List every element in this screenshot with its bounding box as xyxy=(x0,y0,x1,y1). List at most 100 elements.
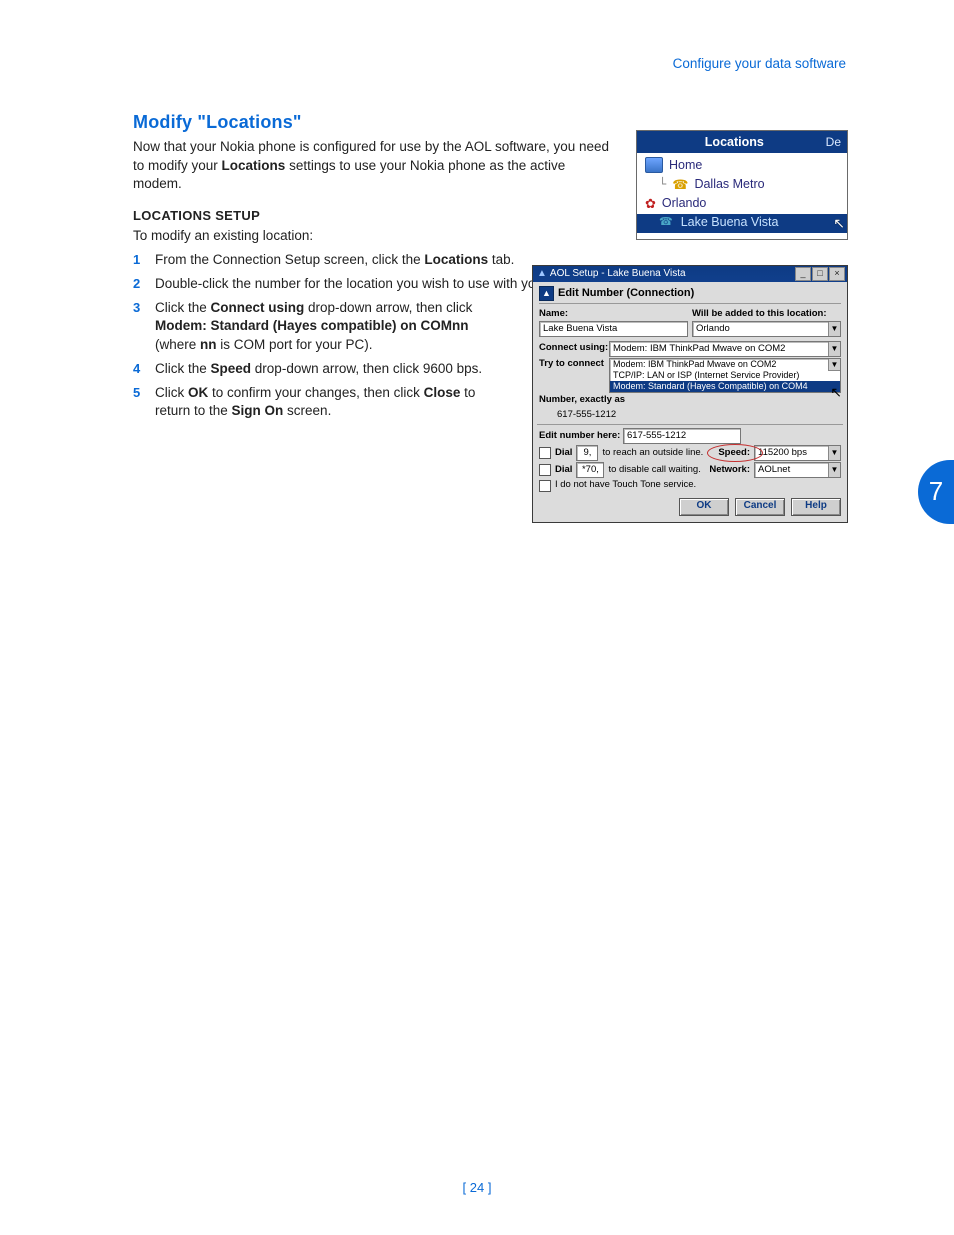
step3-g: is COM port for your PC). xyxy=(217,337,373,352)
touchtone-label: I do not have Touch Tone service. xyxy=(555,479,696,492)
step3-e: (where xyxy=(155,337,200,352)
location-label: Lake Buena Vista xyxy=(681,214,779,231)
dial1-checkbox[interactable] xyxy=(539,447,551,459)
dropdown-arrow-icon: ▼ xyxy=(828,446,840,460)
running-header: Configure your data software xyxy=(673,55,846,73)
dial1-prefix: Dial xyxy=(555,447,572,460)
options-block: Dial 9, to reach an outside line. Speed:… xyxy=(539,445,841,492)
dialog-heading-text: Edit Number (Connection) xyxy=(558,286,694,301)
dial2-row: Dial *70, to disable call waiting. Netwo… xyxy=(539,462,841,478)
step5-d: Close xyxy=(424,385,461,400)
number-label-row: Number, exactly as xyxy=(539,394,841,407)
try-option-0[interactable]: Modem: IBM ThinkPad Mwave on COM2 xyxy=(610,359,840,370)
dial1-value[interactable]: 9, xyxy=(576,445,598,461)
tree-branch-icon: └ xyxy=(659,176,666,192)
step1-c: tab. xyxy=(488,252,514,267)
minimize-button[interactable]: _ xyxy=(795,267,811,281)
name-field[interactable]: Lake Buena Vista xyxy=(539,321,688,337)
step5-f: Sign On xyxy=(232,403,284,418)
try-connect-list[interactable]: Modem: IBM ThinkPad Mwave on COM2 TCP/IP… xyxy=(609,358,841,393)
dial2-suffix: to disable call waiting. xyxy=(608,464,700,477)
step5-g: screen. xyxy=(283,403,331,418)
location-select[interactable]: Orlando ▼ xyxy=(692,321,841,337)
dial1-row: Dial 9, to reach an outside line. Speed:… xyxy=(539,445,841,461)
dial2-checkbox[interactable] xyxy=(539,464,551,476)
step5-a: Click xyxy=(155,385,188,400)
location-lake-buena-vista[interactable]: ☎ Lake Buena Vista ↖ xyxy=(637,214,847,233)
try-option-2[interactable]: Modem: Standard (Hayes Compatible) on CO… xyxy=(610,381,840,392)
location-select-value: Orlando xyxy=(696,323,730,334)
dial2-value[interactable]: *70, xyxy=(576,462,604,478)
network-value: AOLnet xyxy=(758,464,790,475)
step3-d: Modem: Standard (Hayes compatible) on CO… xyxy=(155,318,469,333)
step1-b: Locations xyxy=(424,252,488,267)
cursor-icon: ↖ xyxy=(833,214,845,233)
page-number: [ 24 ] xyxy=(0,1179,954,1197)
step4-b: Speed xyxy=(211,361,252,376)
monitor-icon xyxy=(645,157,663,173)
location-orlando[interactable]: ✿ Orlando xyxy=(645,195,841,214)
step3-c: drop-down arrow, then click xyxy=(304,300,472,315)
locations-title-clip: De xyxy=(826,134,841,150)
network-select[interactable]: AOLnet ▼ xyxy=(754,462,841,478)
step4-c: drop-down arrow, then click 9600 bps. xyxy=(251,361,482,376)
locations-titlebar: Locations De xyxy=(637,131,847,153)
touchtone-row: I do not have Touch Tone service. xyxy=(539,479,841,492)
step3-a: Click the xyxy=(155,300,211,315)
locations-title: Locations xyxy=(643,134,826,151)
locations-tree: Home └ ☎ Dallas Metro ✿ Orlando ☎ Lake B… xyxy=(637,153,847,239)
dialog-body: ▲ Edit Number (Connection) Name: Lake Bu… xyxy=(533,282,847,522)
step5-b: OK xyxy=(188,385,208,400)
step5-c: to confirm your changes, then click xyxy=(208,385,423,400)
maximize-button[interactable]: □ xyxy=(812,267,828,281)
ok-button[interactable]: OK xyxy=(679,498,729,516)
speed-select[interactable]: 115200 bps ▼ xyxy=(754,445,841,461)
try-option-1[interactable]: TCP/IP: LAN or ISP (Internet Service Pro… xyxy=(610,370,840,381)
added-label: Will be added to this location: xyxy=(692,308,841,321)
dial2-prefix: Dial xyxy=(555,464,572,477)
network-label: Network: xyxy=(709,464,750,477)
location-dallas[interactable]: └ ☎ Dallas Metro xyxy=(645,176,841,195)
dropdown-arrow-icon: ▼ xyxy=(828,322,840,336)
aol-logo-icon: ▲ xyxy=(539,286,554,301)
step-5: Click OK to confirm your changes, then c… xyxy=(133,384,510,420)
dial1-suffix: to reach an outside line. xyxy=(602,447,703,460)
edit-number-field[interactable]: 617-555-1212 xyxy=(623,428,741,444)
help-button[interactable]: Help xyxy=(791,498,841,516)
dialog-titlebar[interactable]: ▲ AOL Setup - Lake Buena Vista _ □ × xyxy=(533,266,847,282)
dropdown-arrow-icon: ▼ xyxy=(828,342,840,356)
connect-row: Connect using: Modem: IBM ThinkPad Mwave… xyxy=(539,341,841,357)
connect-label: Connect using: xyxy=(539,342,605,355)
dialog-title: AOL Setup - Lake Buena Vista xyxy=(550,267,794,281)
divider xyxy=(537,424,843,425)
dropdown-arrow-icon: ▼ xyxy=(828,463,840,477)
step3-b: Connect using xyxy=(211,300,305,315)
phone-icon: ☎ xyxy=(672,178,688,191)
number-label: Number, exactly as xyxy=(539,394,625,407)
chapter-tab: 7 xyxy=(918,460,954,524)
aol-setup-dialog: ▲ AOL Setup - Lake Buena Vista _ □ × ▲ E… xyxy=(532,265,848,523)
name-row: Name: Lake Buena Vista Will be added to … xyxy=(539,308,841,337)
location-home[interactable]: Home xyxy=(645,157,841,176)
connect-using-value: Modem: IBM ThinkPad Mwave on COM2 xyxy=(613,343,785,354)
dialog-buttons: OK Cancel Help xyxy=(539,498,841,516)
try-label: Try to connect xyxy=(539,358,605,371)
connect-using-select[interactable]: Modem: IBM ThinkPad Mwave on COM2 ▼ xyxy=(609,341,841,357)
locations-panel: Locations De Home └ ☎ Dallas Metro ✿ Orl… xyxy=(636,130,848,240)
speed-value: 115200 bps xyxy=(758,447,807,458)
location-label: Home xyxy=(669,157,702,174)
step1-a: From the Connection Setup screen, click … xyxy=(155,252,424,267)
intro-paragraph: Now that your Nokia phone is configured … xyxy=(133,138,613,193)
step-4: Click the Speed drop-down arrow, then cl… xyxy=(133,360,510,378)
rose-icon: ✿ xyxy=(645,197,656,210)
step3-f: nn xyxy=(200,337,217,352)
name-label: Name: xyxy=(539,308,688,321)
close-button[interactable]: × xyxy=(829,267,845,281)
phone-small-icon: ☎ xyxy=(659,217,675,228)
cancel-button[interactable]: Cancel xyxy=(735,498,785,516)
aol-triangle-icon: ▲ xyxy=(537,267,547,281)
location-label: Dallas Metro xyxy=(694,176,764,193)
cursor-icon: ↖ xyxy=(830,383,842,402)
touchtone-checkbox[interactable] xyxy=(539,480,551,492)
manual-page: Configure your data software Modify "Loc… xyxy=(0,0,954,1235)
